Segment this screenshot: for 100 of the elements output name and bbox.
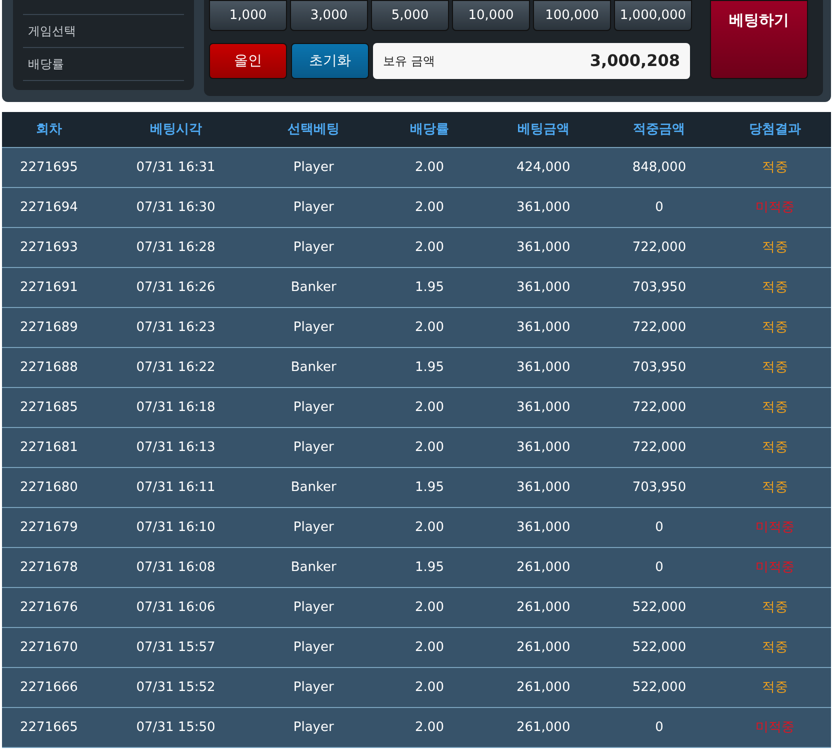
table-cell-text: 1.95 <box>414 358 445 377</box>
table-cell-text: 2271680 <box>18 478 79 497</box>
chip-amount-button[interactable]: 5,000 <box>371 0 449 31</box>
table-cell-text: 2271693 <box>18 238 79 257</box>
table-cell-text: 2.00 <box>414 318 445 337</box>
table-cell-text: Player <box>292 598 335 617</box>
result-cell-text: 적중 <box>761 478 790 497</box>
table-cell-text: 0 <box>654 558 664 577</box>
table-cell-text: Banker <box>290 558 338 577</box>
result-cell-text: 적중 <box>761 438 790 457</box>
result-cell-text: 적중 <box>761 158 790 177</box>
table-cell-text: Player <box>292 438 335 457</box>
table-cell-text: 261,000 <box>515 718 572 737</box>
table-cell-text: 703,950 <box>631 478 688 497</box>
table-cell-text: 361,000 <box>515 238 572 257</box>
table-cell-text: 522,000 <box>631 638 688 657</box>
table-cell-text: 1.95 <box>414 558 445 577</box>
result-cell-text: 적중 <box>761 598 790 617</box>
table-cell-text: 2.00 <box>414 638 445 657</box>
table-cell-text: 07/31 15:57 <box>135 638 216 657</box>
chip-amount-button[interactable]: 1,000 <box>209 0 287 31</box>
result-cell-text: 적중 <box>761 318 790 337</box>
table-cell-text: 07/31 16:10 <box>135 518 216 537</box>
table-cell-text: 2.00 <box>414 238 445 257</box>
table-cell-text: Player <box>292 398 335 417</box>
result-cell-text: 적중 <box>761 278 790 297</box>
table-cell-text: 361,000 <box>515 358 572 377</box>
table-cell-text: 361,000 <box>515 198 572 217</box>
chip-amount-button[interactable]: 3,000 <box>290 0 368 31</box>
all-in-button[interactable]: 올인 <box>209 43 287 79</box>
table-cell-text: 0 <box>654 518 664 537</box>
table-cell-text: 2271695 <box>18 158 79 177</box>
chip-amount-button[interactable]: 1,000,000 <box>614 0 692 31</box>
result-cell-text: 미적중 <box>754 558 796 577</box>
table-cell-text: Banker <box>290 358 338 377</box>
table-cell-text: 722,000 <box>631 238 688 257</box>
table-cell-text: 07/31 16:28 <box>135 238 216 257</box>
table-cell-text: 1.95 <box>414 478 445 497</box>
table-cell-text: 722,000 <box>631 318 688 337</box>
table-cell-text: 261,000 <box>515 598 572 617</box>
table-cell-text: 2271670 <box>18 638 79 657</box>
table-cell-text: Player <box>292 198 335 217</box>
table-cell-text: 2271665 <box>18 718 79 737</box>
result-cell-text: 적중 <box>761 238 790 257</box>
table-cell-text: Player <box>292 238 335 257</box>
table-cell-text: 2271679 <box>18 518 79 537</box>
table-cell-text: 2271694 <box>18 198 79 217</box>
table-cell-text: 522,000 <box>631 598 688 617</box>
table-cell-text: 07/31 16:30 <box>135 198 216 217</box>
table-cell-text: 1.95 <box>414 278 445 297</box>
table-cell-text: 07/31 16:18 <box>135 398 216 417</box>
column-header: 당첨결과 <box>748 120 802 139</box>
table-cell-text: 703,950 <box>631 358 688 377</box>
table-cell-text: 07/31 15:50 <box>135 718 216 737</box>
table-cell-text: 2271691 <box>18 278 79 297</box>
table-cell-text: 07/31 16:26 <box>135 278 216 297</box>
sidebar-item[interactable]: 배당률 <box>23 48 184 81</box>
result-cell-text: 미적중 <box>754 198 796 217</box>
chip-amount-button[interactable]: 100,000 <box>533 0 611 31</box>
table-cell-text: 424,000 <box>515 158 572 177</box>
table-cell-text: 2.00 <box>414 718 445 737</box>
table-cell-text: 2271676 <box>18 598 79 617</box>
chip-amount-button[interactable]: 10,000 <box>452 0 530 31</box>
table-cell-text: 261,000 <box>515 678 572 697</box>
table-cell-text: Player <box>292 318 335 337</box>
table-cell-text: 361,000 <box>515 478 572 497</box>
result-cell-text: 적중 <box>761 358 790 377</box>
table-cell-text: 848,000 <box>631 158 688 177</box>
sidebar-item[interactable]: 게임선택 <box>23 15 184 48</box>
table-cell-text: 2.00 <box>414 518 445 537</box>
place-bet-button[interactable]: 베팅하기 <box>710 0 808 79</box>
table-cell-text: 2.00 <box>414 198 445 217</box>
table-cell-text: Banker <box>290 278 338 297</box>
balance-label: 보유 금액 <box>383 53 435 70</box>
column-header: 적중금액 <box>632 120 686 139</box>
table-cell-text: 2271689 <box>18 318 79 337</box>
column-header: 회차 <box>34 120 63 139</box>
table-cell-text: Player <box>292 518 335 537</box>
result-cell-text: 미적중 <box>754 518 796 537</box>
table-cell-text: 2.00 <box>414 598 445 617</box>
table-cell-text: 703,950 <box>631 278 688 297</box>
table-cell-text: 07/31 16:11 <box>135 478 216 497</box>
balance-value: 3,000,208 <box>590 50 680 72</box>
table-cell-text: Player <box>292 638 335 657</box>
column-header: 베팅시각 <box>148 120 203 139</box>
table-cell-text: 0 <box>654 718 664 737</box>
table-cell-text: Player <box>292 718 335 737</box>
column-header: 베팅금액 <box>516 120 570 139</box>
table-cell-text: 361,000 <box>515 438 572 457</box>
table-cell-text: 2.00 <box>414 398 445 417</box>
reset-button[interactable]: 초기화 <box>291 43 369 79</box>
result-cell-text: 적중 <box>761 678 790 697</box>
table-cell-text: 261,000 <box>515 558 572 577</box>
table-cell-text: Player <box>292 158 335 177</box>
result-cell-text: 적중 <box>761 398 790 417</box>
table-cell-text: 2.00 <box>414 438 445 457</box>
column-header: 선택베팅 <box>286 120 341 139</box>
table-cell-text: 07/31 16:13 <box>135 438 216 457</box>
result-cell-text: 적중 <box>761 638 790 657</box>
table-cell-text: 07/31 16:08 <box>135 558 216 577</box>
